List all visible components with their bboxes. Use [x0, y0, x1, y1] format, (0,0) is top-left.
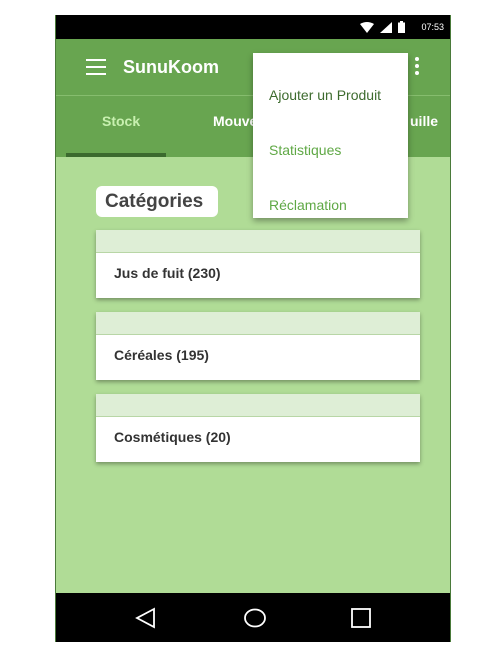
overflow-menu-icon[interactable] [414, 57, 420, 79]
tab-mouvements[interactable]: Mouve [213, 113, 257, 129]
home-icon[interactable] [243, 607, 267, 629]
tab-stock[interactable]: Stock [102, 113, 140, 129]
main-content: Catégories Jus de fuit (230) Céréales (1… [56, 157, 450, 593]
category-label: Céréales (195) [114, 347, 209, 363]
overflow-menu-dropdown: Ajouter un Produit Statistiques Réclamat… [253, 53, 408, 218]
category-card[interactable]: Céréales (195) [96, 312, 420, 380]
back-icon[interactable] [134, 607, 156, 629]
card-header [96, 312, 420, 335]
category-label: Jus de fuit (230) [114, 265, 221, 281]
battery-icon [398, 21, 406, 33]
category-card[interactable]: Cosmétiques (20) [96, 394, 420, 462]
status-icons: 07:53 [360, 15, 444, 39]
category-label: Cosmétiques (20) [114, 429, 231, 445]
section-title: Catégories [96, 186, 218, 217]
tab-third[interactable]: uille [410, 113, 438, 129]
wifi-icon [360, 21, 375, 33]
menu-item-ajouter-produit[interactable]: Ajouter un Produit [269, 87, 381, 103]
navigation-bar [56, 593, 450, 642]
menu-item-statistiques[interactable]: Statistiques [269, 142, 341, 158]
card-header [96, 230, 420, 253]
status-bar: 07:53 [56, 15, 450, 39]
recents-icon[interactable] [350, 607, 372, 629]
app-title: SunuKoom [123, 57, 219, 77]
hamburger-menu-icon[interactable] [86, 59, 106, 75]
status-time: 07:53 [421, 22, 444, 32]
category-card[interactable]: Jus de fuit (230) [96, 230, 420, 298]
card-header [96, 394, 420, 417]
menu-item-reclamation[interactable]: Réclamation [269, 197, 347, 213]
phone-screen: 07:53 SunuKoom Stock Mouve uille Catégor… [55, 15, 451, 642]
signal-icon [380, 21, 393, 33]
